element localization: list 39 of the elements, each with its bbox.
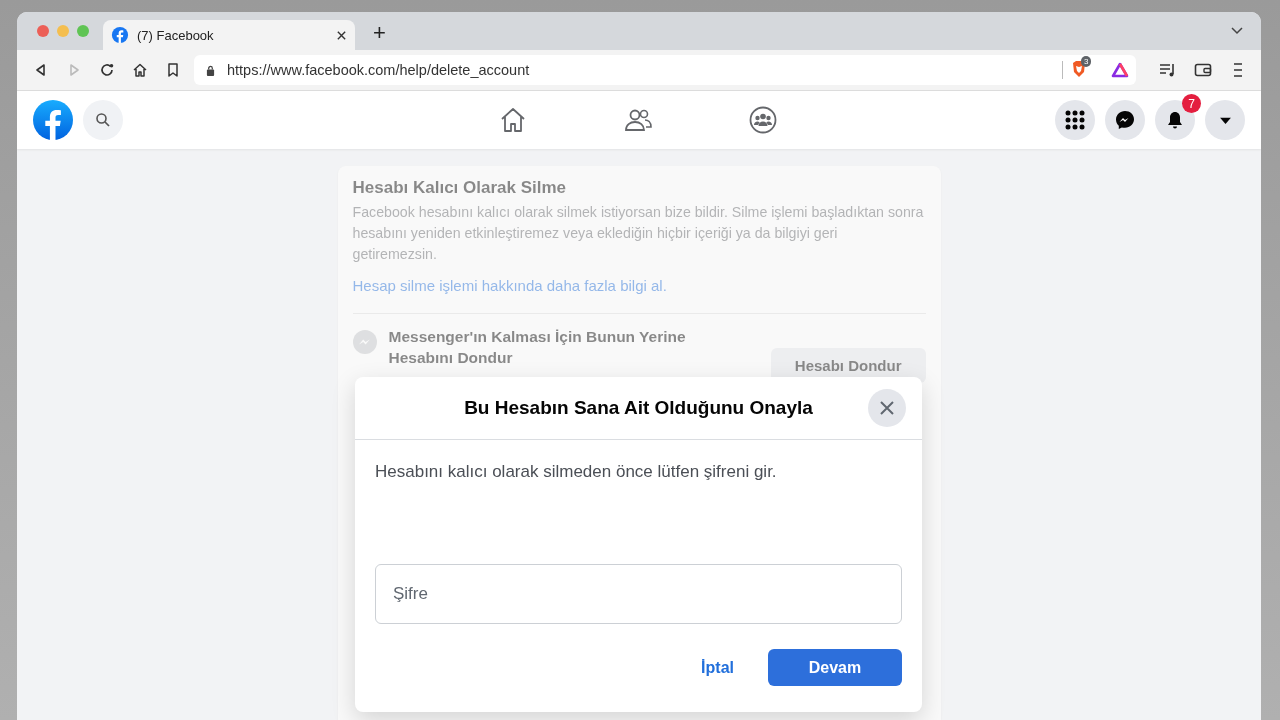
triangle-icon[interactable]: [1111, 62, 1129, 78]
section-description: Facebook hesabını kalıcı olarak silmek istiyorsan bize bildir. Silme işlemi başladıktan sonra hesabını yeniden etkinleştiremez veya eklediğin hiçbir içeriği ya da bilgiyi geri getiremezsin.: [352, 203, 925, 264]
messenger-button[interactable]: [1105, 100, 1145, 140]
new-tab-button[interactable]: +: [373, 20, 386, 46]
account-menu-button[interactable]: [1205, 100, 1245, 140]
shields-count-badge: 3: [1081, 56, 1092, 67]
bell-icon: [1165, 110, 1185, 130]
facebook-logo-icon: [111, 26, 129, 44]
home-icon[interactable]: [499, 106, 527, 134]
caret-down-icon: [1218, 115, 1232, 125]
dialog-title: Bu Hesabın Sana Ait Olduğunu Onayla: [464, 397, 813, 419]
search-button[interactable]: [83, 100, 123, 140]
notification-count-badge: 7: [1182, 94, 1201, 113]
messenger-icon: [1115, 110, 1135, 130]
reload-icon[interactable]: [99, 62, 115, 78]
browser-tab[interactable]: (7) Facebook: [103, 20, 355, 50]
home-icon[interactable]: [132, 62, 148, 78]
section-title: Hesabı Kalıcı Olarak Silme: [352, 178, 568, 198]
search-icon: [95, 112, 111, 128]
close-icon: [879, 400, 895, 416]
lion-shield-icon: [1071, 60, 1087, 78]
notifications-button[interactable]: [1155, 100, 1195, 140]
continue-button[interactable]: Devam: [768, 649, 902, 686]
chevron-down-icon[interactable]: [1231, 27, 1243, 35]
option-title: Messenger'ın Kalması İçin Bunun Yerine Hesabını Dondur: [388, 327, 687, 368]
messenger-icon: [352, 330, 377, 354]
apps-menu-button[interactable]: [1055, 100, 1095, 140]
grid-icon: [1065, 110, 1085, 130]
groups-icon[interactable]: [749, 106, 777, 134]
lock-icon: [206, 64, 215, 76]
password-field[interactable]: Şifre: [375, 564, 902, 624]
facebook-logo-icon[interactable]: [33, 100, 73, 140]
wallet-icon[interactable]: [1194, 62, 1212, 78]
close-tab-icon[interactable]: [336, 29, 347, 41]
cancel-button[interactable]: İptal: [695, 657, 740, 678]
close-button[interactable]: [868, 389, 906, 427]
dialog-message: Hesabını kalıcı olarak silmeden önce lütfen şifreni gir.: [375, 462, 778, 482]
playlist-icon[interactable]: [1159, 62, 1177, 78]
bookmark-icon[interactable]: [165, 62, 181, 78]
